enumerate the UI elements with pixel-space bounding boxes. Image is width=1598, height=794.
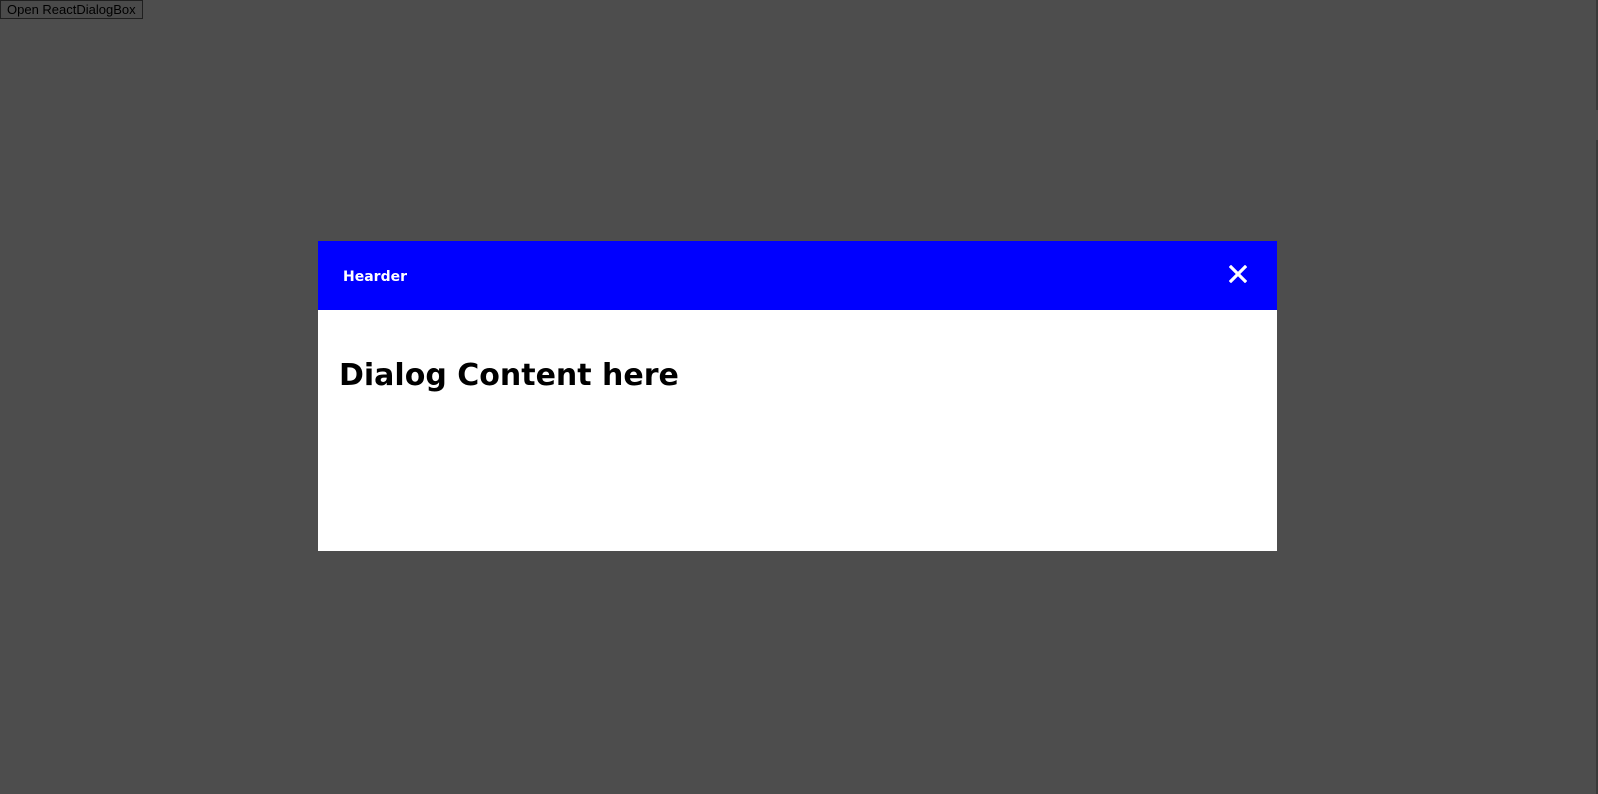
open-dialog-button[interactable]: Open ReactDialogBox bbox=[0, 0, 143, 19]
close-icon bbox=[1229, 264, 1247, 283]
dialog-title: Hearder bbox=[343, 268, 407, 285]
close-button[interactable] bbox=[1225, 261, 1251, 287]
dialog-body: Dialog Content here bbox=[318, 310, 1277, 396]
dialog-header: Hearder bbox=[318, 241, 1277, 310]
page-overlay: Open ReactDialogBox Hearder Dialog Conte… bbox=[0, 0, 1598, 794]
dialog-box: Hearder Dialog Content here bbox=[318, 241, 1277, 551]
dialog-content-heading: Dialog Content here bbox=[339, 358, 679, 393]
